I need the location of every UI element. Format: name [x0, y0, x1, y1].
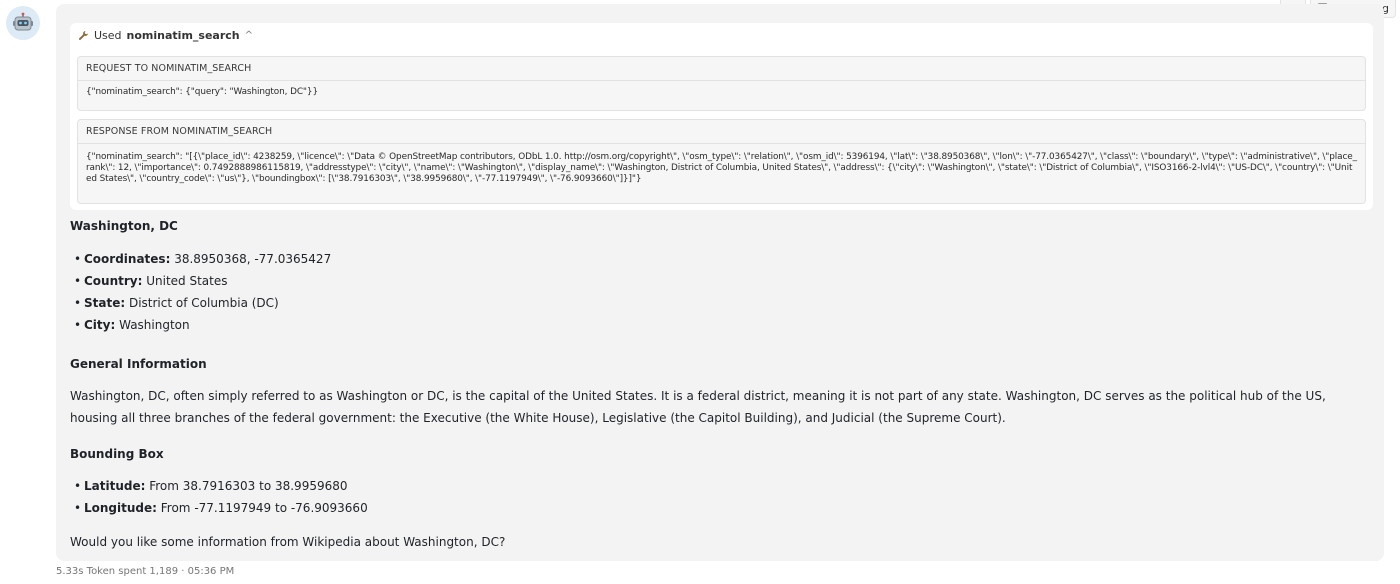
assistant-avatar — [6, 6, 40, 40]
chevron-up-icon: ^ — [244, 30, 254, 41]
robot-icon — [13, 12, 33, 31]
request-panel: REQUEST TO NOMINATIM_SEARCH {"nominatim_… — [77, 56, 1366, 111]
list-item: Country: United States — [70, 270, 331, 292]
tool-call-toggle[interactable]: Used nominatim_search ^ — [78, 29, 253, 42]
list-item: City: Washington — [70, 314, 331, 336]
request-title: REQUEST TO NOMINATIM_SEARCH — [78, 57, 1365, 81]
request-body: {"nominatim_search": {"query": "Washingt… — [86, 87, 318, 97]
assistant-message: Used nominatim_search ^ REQUEST TO NOMIN… — [56, 4, 1384, 561]
list-item: Longitude: From -77.1197949 to -76.90936… — [70, 497, 368, 519]
response-title: RESPONSE FROM NOMINATIM_SEARCH — [78, 120, 1365, 144]
list-item: Latitude: From 38.7916303 to 38.9959680 — [70, 475, 368, 497]
wrench-icon — [79, 31, 88, 40]
heading-location: Washington, DC — [70, 219, 178, 233]
list-item: Coordinates: 38.8950368, -77.0365427 — [70, 248, 331, 270]
bounding-box-list: Latitude: From 38.7916303 to 38.9959680 … — [70, 475, 368, 519]
tool-used-prefix: Used — [94, 29, 122, 42]
tool-name: nominatim_search — [126, 29, 240, 42]
response-panel: RESPONSE FROM NOMINATIM_SEARCH {"nominat… — [77, 119, 1366, 204]
closing-question: Would you like some information from Wik… — [70, 535, 506, 549]
general-info-paragraph: Washington, DC, often simply referred to… — [70, 389, 1326, 425]
heading-general-info: General Information — [70, 357, 207, 371]
list-item: State: District of Columbia (DC) — [70, 292, 331, 314]
message-meta: 5.33s Token spent 1,189 · 05:36 PM — [56, 566, 235, 577]
heading-bounding-box: Bounding Box — [70, 447, 164, 461]
location-list: Coordinates: 38.8950368, -77.0365427 Cou… — [70, 248, 331, 336]
tool-call-card: Used nominatim_search ^ REQUEST TO NOMIN… — [70, 23, 1373, 210]
response-body: {"nominatim_search": "[{\"place_id\": 42… — [86, 152, 1357, 184]
